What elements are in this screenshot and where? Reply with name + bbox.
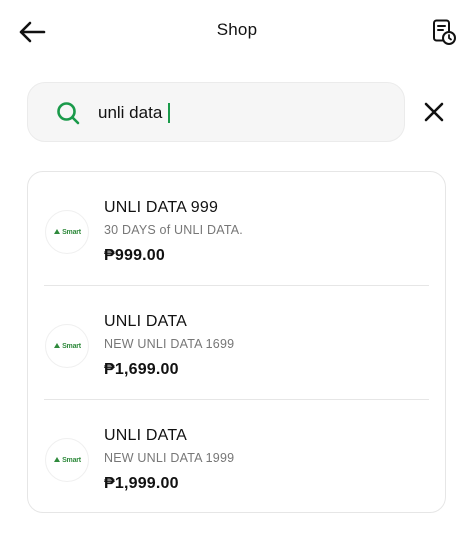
product-price: ₱1,699.00 [104,361,179,378]
list-item[interactable]: Smart UNLI DATA 999 30 DAYS of UNLI DATA… [28,172,445,286]
brand-logo: Smart [45,210,89,254]
brand-name: Smart [62,228,81,236]
product-price: ₱1,999.00 [104,475,179,492]
shop-search-screen: Shop unli data Smart UNLI DATA 999 30 DA… [0,0,474,539]
receipt-clock-icon [433,19,456,45]
product-description: NEW UNLI DATA 1699 [104,337,235,351]
search-results-list: Smart UNLI DATA 999 30 DAYS of UNLI DATA… [27,171,446,513]
text-caret [168,103,170,123]
close-icon [424,102,444,122]
brand-name: Smart [62,456,81,464]
brand-name: Smart [62,342,81,350]
brand-logo: Smart [45,324,89,368]
brand-logo: Smart [45,438,89,482]
page-title: Shop [216,20,258,39]
search-input[interactable] [98,97,388,129]
product-price: ₱999.00 [104,247,166,264]
clear-search-button[interactable] [420,98,448,126]
product-name: UNLI DATA [104,313,187,330]
smart-logo-icon [54,457,61,462]
search-bar[interactable] [27,82,405,142]
product-name: UNLI DATA [104,427,187,444]
smart-logo-icon [54,343,61,348]
product-name: UNLI DATA 999 [104,199,219,216]
product-description: NEW UNLI DATA 1999 [104,451,235,465]
transactions-button[interactable] [428,16,460,48]
list-item[interactable]: Smart UNLI DATA NEW UNLI DATA 1699 ₱1,69… [28,286,445,400]
search-icon [57,102,80,125]
list-item[interactable]: Smart UNLI DATA NEW UNLI DATA 1999 ₱1,99… [28,400,445,514]
app-header: Shop [0,0,474,64]
product-description: 30 DAYS of UNLI DATA. [104,223,243,237]
smart-logo-icon [54,229,61,234]
